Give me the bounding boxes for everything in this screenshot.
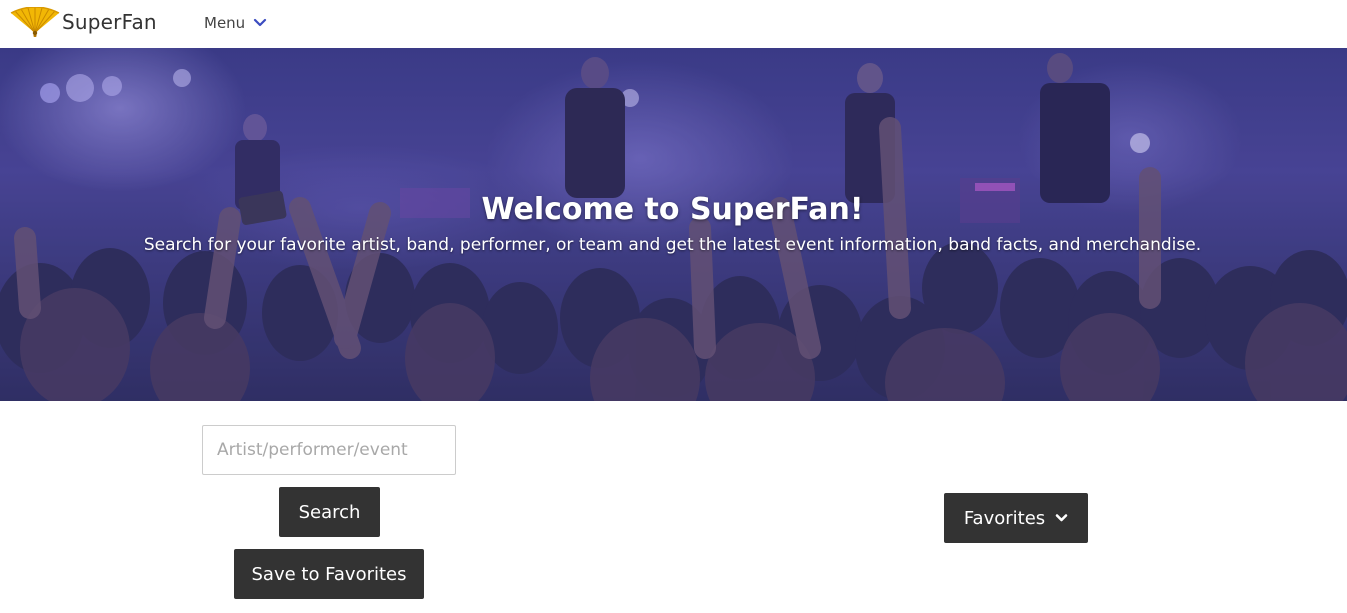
menu-label: Menu xyxy=(204,14,246,32)
fan-icon xyxy=(10,7,60,37)
brand-home-link[interactable]: SuperFan xyxy=(9,6,157,38)
hero-subtitle: Search for your favorite artist, band, p… xyxy=(143,235,1202,255)
search-button[interactable]: Search xyxy=(279,487,380,537)
chevron-down-icon xyxy=(1055,514,1068,522)
hero-banner: Welcome to SuperFan! Search for your fav… xyxy=(0,48,1347,401)
favorites-dropdown-button[interactable]: Favorites xyxy=(944,493,1088,543)
search-input[interactable] xyxy=(202,425,456,475)
brand-name: SuperFan xyxy=(62,10,157,34)
save-to-favorites-button[interactable]: Save to Favorites xyxy=(234,549,424,599)
chevron-down-icon xyxy=(254,18,267,27)
favorites-label: Favorites xyxy=(963,507,1046,529)
navbar: SuperFan Menu xyxy=(0,0,1347,48)
hero-title: Welcome to SuperFan! xyxy=(481,192,864,227)
menu-dropdown[interactable]: Menu xyxy=(204,12,267,34)
